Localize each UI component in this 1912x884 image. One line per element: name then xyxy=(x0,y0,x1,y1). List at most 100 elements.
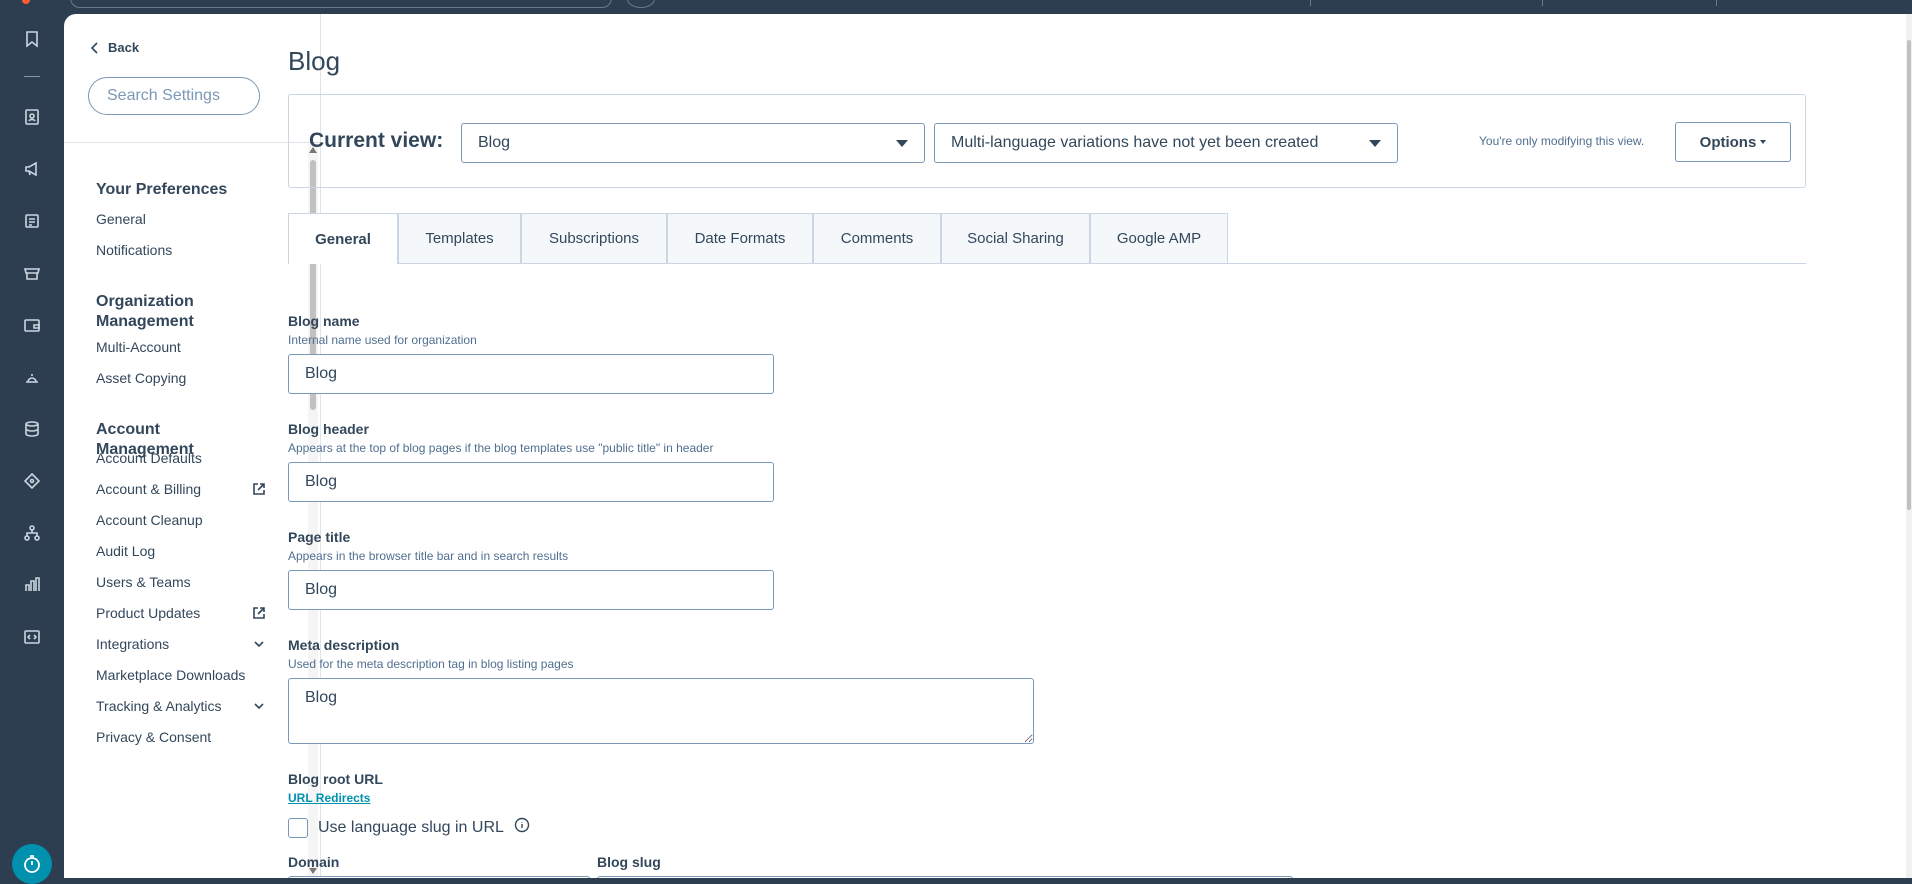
meta-description-textarea[interactable]: Blog xyxy=(288,678,1034,744)
sidebar-item-users-teams[interactable]: Users & Teams xyxy=(96,574,266,590)
current-view-label: Current view: xyxy=(309,129,444,152)
options-button[interactable]: Options xyxy=(1675,122,1791,162)
page-title: Blog xyxy=(288,46,341,76)
data-icon[interactable] xyxy=(21,418,43,440)
blog-name-input[interactable] xyxy=(288,354,774,394)
tab-templates[interactable]: Templates xyxy=(398,213,521,263)
divider xyxy=(1542,0,1543,6)
caret-down-icon xyxy=(896,139,908,147)
rail-divider xyxy=(24,76,40,77)
current-view-box: Current view: Blog Multi-language variat… xyxy=(288,94,1806,188)
settings-tabs: General Templates Subscriptions Date For… xyxy=(288,213,1806,264)
sidebar-item-privacy-consent[interactable]: Privacy & Consent xyxy=(96,729,266,745)
modify-note: You're only modifying this view. xyxy=(1479,134,1645,148)
language-slug-label: Use language slug in URL xyxy=(318,818,504,836)
back-label: Back xyxy=(108,40,140,55)
divider xyxy=(1716,0,1717,6)
sidebar-item-label: Users & Teams xyxy=(96,574,191,590)
contacts-icon[interactable] xyxy=(21,106,43,128)
info-icon[interactable] xyxy=(514,817,530,838)
blog-slug-label: Blog slug xyxy=(597,854,661,870)
sidebar-item-tracking-analytics[interactable]: Tracking & Analytics xyxy=(96,698,266,714)
sidebar-item-label: Product Updates xyxy=(96,605,201,621)
developer-icon[interactable] xyxy=(21,626,43,648)
view-select-value: Blog xyxy=(478,134,511,151)
meta-description-help: Used for the meta description tag in blo… xyxy=(288,657,574,671)
search-input[interactable] xyxy=(105,86,249,106)
sidebar-item-label: Tracking & Analytics xyxy=(96,698,222,714)
domain-label: Domain xyxy=(288,854,340,870)
tab-google-amp[interactable]: Google AMP xyxy=(1090,213,1228,263)
sidebar-item-account-billing[interactable]: Account & Billing xyxy=(96,481,266,497)
caret-down-icon xyxy=(1760,140,1767,144)
sidebar-item-integrations[interactable]: Integrations xyxy=(96,636,266,652)
settings-sidebar: Back Your Preferences General Notificati… xyxy=(64,14,321,878)
external-link-icon xyxy=(253,483,265,495)
tab-date-formats[interactable]: Date Formats xyxy=(667,213,813,263)
content-icon[interactable] xyxy=(21,210,43,232)
options-label: Options xyxy=(1699,133,1757,151)
sidebar-item-label: Integrations xyxy=(96,636,170,652)
sidebar-item-account-defaults[interactable]: Account Defaults xyxy=(96,450,266,466)
timer-icon[interactable] xyxy=(12,844,52,884)
tab-general[interactable]: General xyxy=(288,213,398,264)
commerce-icon[interactable] xyxy=(21,262,43,284)
sidebar-item-label: Account Cleanup xyxy=(96,512,203,528)
group-title-organization-management: Organization Management xyxy=(96,293,194,330)
top-navigation-bar xyxy=(0,0,1912,14)
left-navigation-rail xyxy=(0,14,64,884)
bookmark-icon[interactable] xyxy=(21,28,43,50)
sidebar-item-notifications[interactable]: Notifications xyxy=(96,242,266,258)
language-slug-checkbox[interactable] xyxy=(288,817,308,838)
blog-settings-content: Blog Current view: Blog Multi-language v… xyxy=(288,28,1828,878)
tab-comments[interactable]: Comments xyxy=(813,213,941,263)
back-link[interactable]: Back xyxy=(90,40,139,55)
sidebar-item-label: Account & Billing xyxy=(96,481,202,497)
sidebar-item-label: Notifications xyxy=(96,242,173,258)
language-select-value: Multi-language variations have not yet b… xyxy=(951,134,1319,151)
org-chart-icon[interactable] xyxy=(21,522,43,544)
reports-icon[interactable] xyxy=(21,574,43,596)
sidebar-item-audit-log[interactable]: Audit Log xyxy=(96,543,266,559)
sidebar-item-account-cleanup[interactable]: Account Cleanup xyxy=(96,512,266,528)
sidebar-item-general[interactable]: General xyxy=(96,211,266,227)
language-slug-row: Use language slug in URL xyxy=(288,817,530,838)
language-select[interactable]: Multi-language variations have not yet b… xyxy=(934,123,1398,163)
sidebar-item-label: Account Defaults xyxy=(96,450,202,466)
service-icon[interactable] xyxy=(21,366,43,388)
chevron-down-icon xyxy=(254,703,264,710)
sidebar-item-label: Asset Copying xyxy=(96,370,187,386)
tab-social-sharing[interactable]: Social Sharing xyxy=(941,213,1090,263)
blog-name-help: Internal name used for organization xyxy=(288,333,477,347)
page-title-label: Page title xyxy=(288,529,351,545)
blog-name-label: Blog name xyxy=(288,313,360,329)
blog-header-input[interactable] xyxy=(288,462,774,502)
chevron-left-icon xyxy=(90,41,98,54)
caret-down-icon xyxy=(1369,139,1381,147)
page-title-help: Appears in the browser title bar and in … xyxy=(288,549,569,563)
add-button[interactable] xyxy=(627,0,655,8)
hubspot-logo[interactable] xyxy=(22,0,30,4)
sidebar-item-product-updates[interactable]: Product Updates xyxy=(96,605,266,621)
sidebar-item-asset-copying[interactable]: Asset Copying xyxy=(96,370,266,386)
sidebar-item-marketplace-downloads[interactable]: Marketplace Downloads xyxy=(96,667,266,683)
sidebar-item-label: Privacy & Consent xyxy=(96,729,212,745)
automation-icon[interactable] xyxy=(21,470,43,492)
sidebar-item-multi-account[interactable]: Multi-Account xyxy=(96,339,266,355)
view-select[interactable]: Blog xyxy=(461,123,925,163)
page-title-input[interactable] xyxy=(288,570,774,610)
global-search-input[interactable] xyxy=(70,0,612,8)
sidebar-item-label: Marketplace Downloads xyxy=(96,667,246,683)
chevron-down-icon xyxy=(254,641,264,648)
page-scroll-thumb[interactable] xyxy=(1907,40,1911,510)
tab-subscriptions[interactable]: Subscriptions xyxy=(521,213,667,263)
sidebar-item-label: General xyxy=(96,211,146,227)
blog-header-help: Appears at the top of blog pages if the … xyxy=(288,441,714,455)
marketing-icon[interactable] xyxy=(21,158,43,180)
meta-description-label: Meta description xyxy=(288,637,400,653)
settings-search[interactable] xyxy=(88,77,260,115)
sidebar-item-label: Audit Log xyxy=(96,543,156,559)
sales-icon[interactable] xyxy=(21,314,43,336)
divider xyxy=(1310,0,1311,6)
url-redirects-link[interactable]: URL Redirects xyxy=(288,791,370,805)
